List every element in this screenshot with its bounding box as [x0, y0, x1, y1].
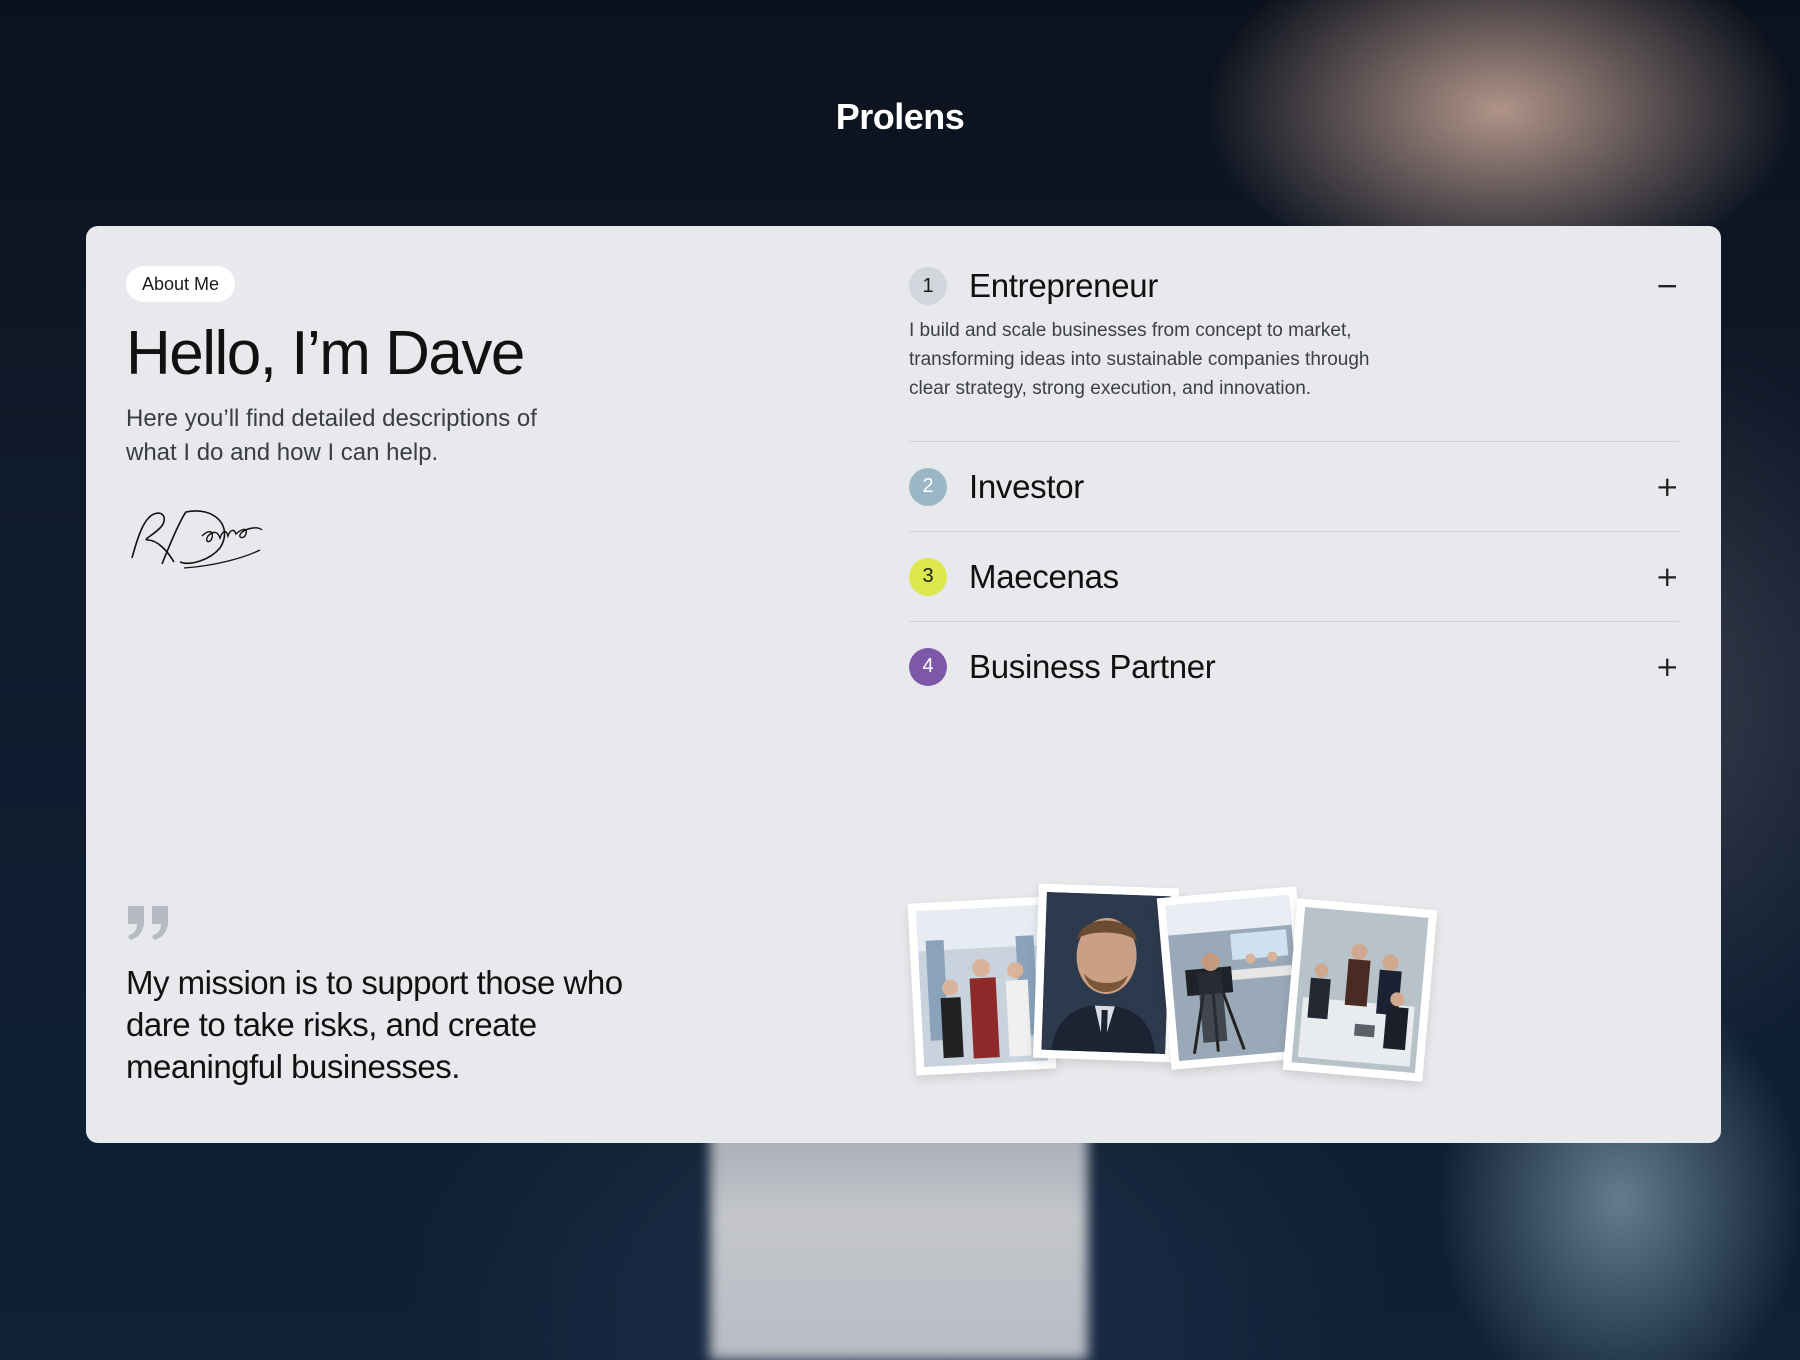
accordion-header-business-partner[interactable]: 4 Business Partner + [909, 637, 1679, 697]
about-card: About Me Hello, I’m Dave Here you’ll fin… [86, 226, 1721, 1143]
role-number-badge: 1 [909, 267, 947, 305]
role-title: Business Partner [969, 647, 1216, 685]
expand-icon[interactable]: + [1656, 562, 1679, 591]
role-number-badge: 3 [909, 557, 947, 596]
accordion-header-investor[interactable]: 2 Investor + [909, 457, 1679, 517]
accordion-item-maecenas: 3 Maecenas + [909, 532, 1679, 622]
accordion-item-entrepreneur: 1 Entrepreneur − I build and scale busin… [909, 256, 1679, 442]
about-badge: About Me [126, 266, 236, 302]
role-title: Investor [969, 467, 1084, 505]
intro-text: Here you’ll find detailed descriptions o… [126, 405, 537, 466]
photo-collage [906, 883, 1466, 1136]
brand-logo[interactable]: Prolens [0, 96, 1800, 138]
accordion-item-investor: 2 Investor + [909, 442, 1679, 532]
photo-team-at-table [1282, 898, 1438, 1082]
collapse-icon[interactable]: − [1656, 272, 1679, 300]
role-number-badge: 2 [909, 467, 947, 506]
expand-icon[interactable]: + [1656, 472, 1679, 501]
mission-statement: My mission is to support those who dare … [126, 964, 623, 1085]
role-title: Entrepreneur [969, 267, 1159, 304]
role-description: I build and scale businesses from concep… [909, 320, 1370, 399]
quote-icon [128, 906, 168, 940]
role-number-badge: 4 [909, 647, 947, 686]
role-title: Maecenas [969, 557, 1119, 595]
roles-accordion: 1 Entrepreneur − I build and scale busin… [909, 256, 1679, 711]
page-title: Hello, I’m Dave [126, 319, 525, 388]
monitor-stand [710, 1120, 1088, 1360]
accordion-item-business-partner: 4 Business Partner + [909, 622, 1679, 711]
accordion-header-maecenas[interactable]: 3 Maecenas + [909, 547, 1679, 607]
signature [131, 510, 263, 569]
expand-icon[interactable]: + [1656, 652, 1679, 681]
accordion-header-entrepreneur[interactable]: 1 Entrepreneur − [909, 256, 1679, 316]
